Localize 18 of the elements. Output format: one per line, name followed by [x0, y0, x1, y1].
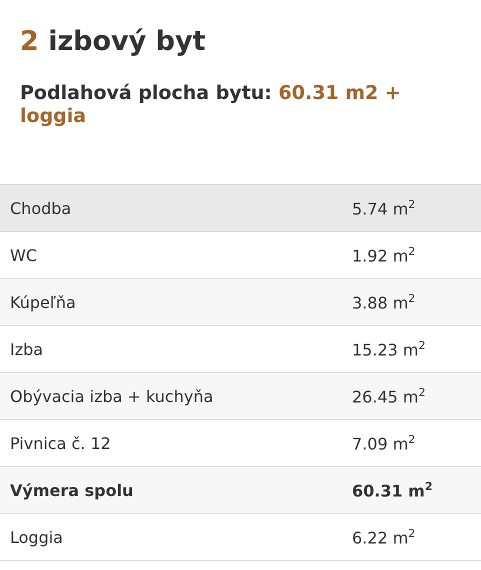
page-title: 2 izbový byt: [20, 25, 206, 59]
total-label: Výmera spolu: [9, 480, 134, 500]
room-name: WC: [9, 246, 38, 264]
room-area: 7.09 m$^{2}$: [352, 432, 416, 454]
room-name: Izba: [9, 340, 44, 358]
room-area: 1.92 m$^{2}$: [352, 244, 416, 266]
room-area: 3.88 m$^{2}$: [352, 292, 416, 312]
room-name: Pivnica č. 12: [9, 434, 112, 452]
floor-area-text: Podlahová plocha bytu: 60.31 m2 + loggia: [20, 82, 402, 128]
room-area: 6.22 m$^{2}$: [352, 526, 416, 548]
room-name: Obývacia izba + kuchyňa: [9, 386, 214, 406]
room-name: Loggia: [9, 528, 64, 546]
room-area: 15.23 m$^{2}$: [352, 338, 426, 360]
room-name: Kúpeľňa: [9, 292, 77, 312]
room-area: 5.74 m$^{2}$: [352, 198, 416, 218]
room-name: Chodba: [9, 198, 72, 218]
total-area: 60.31 m$^{2}$: [352, 480, 433, 500]
room-area: 26.45 m$^{2}$: [352, 386, 426, 406]
